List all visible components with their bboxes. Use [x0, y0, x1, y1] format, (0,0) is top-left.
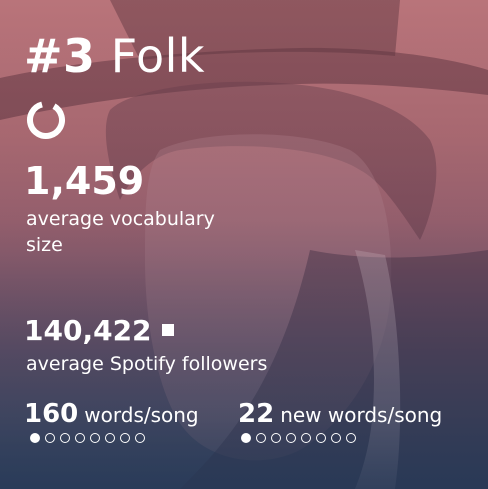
- new-words-per-song-dots: [241, 433, 356, 443]
- followers-label: average Spotify followers: [26, 353, 268, 375]
- vocabulary-label: average vocabulary size: [26, 208, 215, 256]
- dot-filled: [30, 433, 40, 443]
- dot-empty: [105, 433, 115, 443]
- dot-empty: [90, 433, 100, 443]
- dot-empty: [45, 433, 55, 443]
- words-per-song-label: words/song: [84, 403, 199, 427]
- dot-empty: [316, 433, 326, 443]
- followers-value: 140,422: [24, 314, 152, 347]
- new-words-per-song-value: 22: [238, 399, 275, 429]
- genre-rank: #3: [24, 29, 96, 83]
- dot-empty: [331, 433, 341, 443]
- dot-empty: [346, 433, 356, 443]
- genre-title: #3 Folk: [24, 26, 205, 86]
- genre-card: #3 Folk 1,459 average vocabulary size 14…: [0, 0, 488, 489]
- dot-empty: [271, 433, 281, 443]
- followers-row: 140,422: [24, 311, 174, 351]
- dot-empty: [135, 433, 145, 443]
- dot-filled: [241, 433, 251, 443]
- dot-empty: [60, 433, 70, 443]
- new-words-per-song-label: new words/song: [280, 403, 443, 427]
- genre-name: Folk: [110, 29, 206, 83]
- new-words-per-song-stat: 22 new words/song: [238, 398, 442, 431]
- square-marker-icon: [161, 324, 174, 336]
- vocabulary-value: 1,459: [24, 159, 145, 203]
- words-per-song-value: 160: [24, 399, 79, 429]
- words-per-song-dots: [30, 433, 145, 443]
- dot-empty: [256, 433, 266, 443]
- dot-empty: [75, 433, 85, 443]
- dot-empty: [120, 433, 130, 443]
- dot-empty: [286, 433, 296, 443]
- card-content: #3 Folk 1,459 average vocabulary size 14…: [0, 0, 488, 489]
- words-per-song-stat: 160 words/song: [24, 398, 199, 431]
- progress-ring-icon: [27, 101, 65, 139]
- dot-empty: [301, 433, 311, 443]
